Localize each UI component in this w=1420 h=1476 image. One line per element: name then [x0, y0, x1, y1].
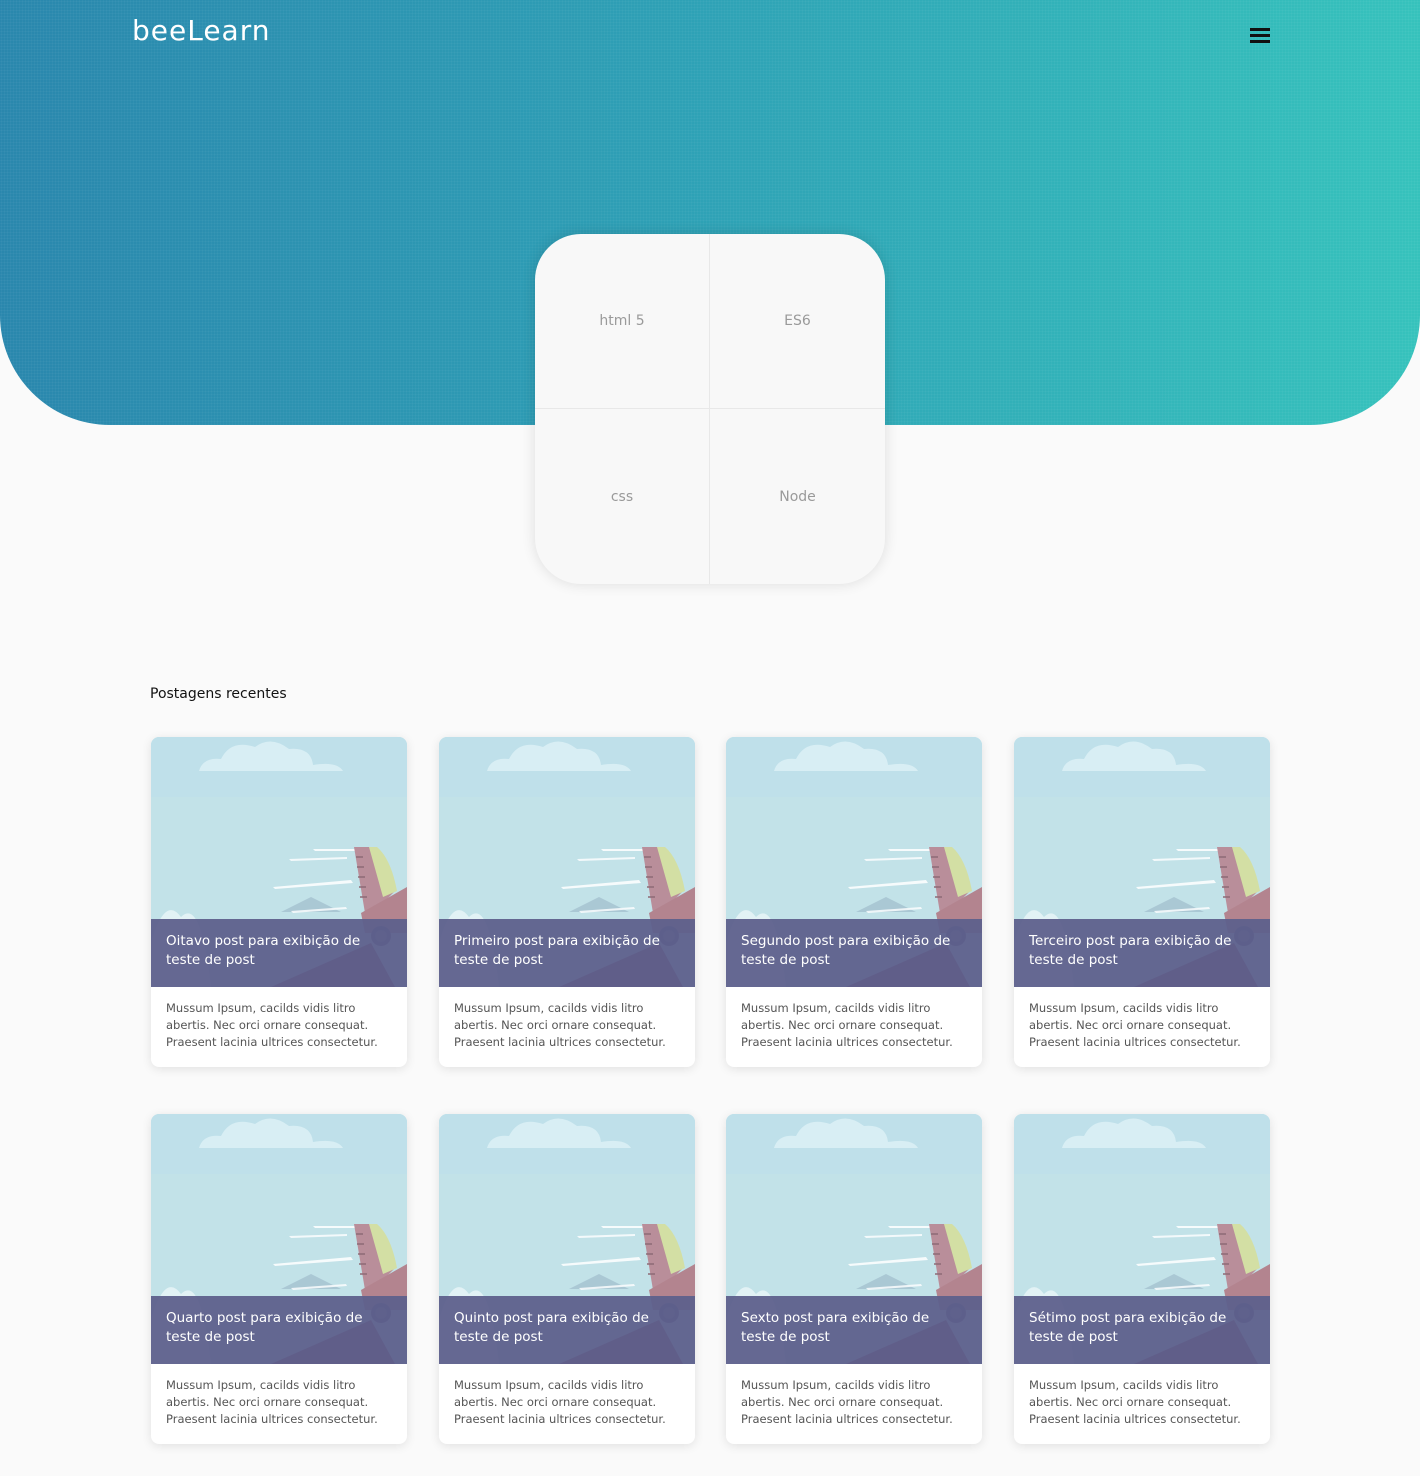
post-excerpt: Mussum Ipsum, cacilds vidis litro aberti… — [166, 1001, 378, 1049]
brand-logo[interactable]: beeLearn — [132, 14, 270, 47]
hamburger-menu-icon[interactable] — [1248, 26, 1272, 46]
post-card[interactable]: Oitavo post para exibição de teste de po… — [151, 737, 407, 1067]
post-excerpt: Mussum Ipsum, cacilds vidis litro aberti… — [166, 1378, 378, 1426]
post-card[interactable]: Primeiro post para exibição de teste de … — [439, 737, 695, 1067]
post-card[interactable]: Sétimo post para exibição de teste de po… — [1014, 1114, 1270, 1444]
menu-bar — [1250, 34, 1270, 37]
post-card[interactable]: Terceiro post para exibição de teste de … — [1014, 737, 1270, 1067]
post-title: Primeiro post para exibição de teste de … — [454, 933, 660, 968]
post-title: Segundo post para exibição de teste de p… — [741, 933, 951, 968]
post-title: Sexto post para exibição de teste de pos… — [741, 1310, 930, 1345]
topic-tiles: html 5 ES6 css Node — [535, 234, 885, 584]
post-excerpt: Mussum Ipsum, cacilds vidis litro aberti… — [454, 1001, 666, 1049]
post-excerpt: Mussum Ipsum, cacilds vidis litro aberti… — [1029, 1001, 1241, 1049]
tile-node[interactable]: Node — [710, 409, 885, 584]
post-excerpt: Mussum Ipsum, cacilds vidis litro aberti… — [741, 1378, 953, 1426]
post-title: Terceiro post para exibição de teste de … — [1029, 933, 1232, 968]
post-title: Oitavo post para exibição de teste de po… — [166, 933, 361, 968]
post-card[interactable]: Segundo post para exibição de teste de p… — [726, 737, 982, 1067]
post-card[interactable]: Quarto post para exibição de teste de po… — [151, 1114, 407, 1444]
menu-bar — [1250, 40, 1270, 43]
post-title: Quinto post para exibição de teste de po… — [454, 1310, 649, 1345]
tile-es6[interactable]: ES6 — [710, 234, 885, 409]
post-title: Sétimo post para exibição de teste de po… — [1029, 1310, 1227, 1345]
menu-bar — [1250, 28, 1270, 31]
post-excerpt: Mussum Ipsum, cacilds vidis litro aberti… — [741, 1001, 953, 1049]
tile-html5[interactable]: html 5 — [535, 234, 710, 409]
post-card[interactable]: Quinto post para exibição de teste de po… — [439, 1114, 695, 1444]
post-excerpt: Mussum Ipsum, cacilds vidis litro aberti… — [1029, 1378, 1241, 1426]
post-title: Quarto post para exibição de teste de po… — [166, 1310, 363, 1345]
post-card[interactable]: Sexto post para exibição de teste de pos… — [726, 1114, 982, 1444]
post-excerpt: Mussum Ipsum, cacilds vidis litro aberti… — [454, 1378, 666, 1426]
section-title: Postagens recentes — [150, 686, 287, 702]
tile-css[interactable]: css — [535, 409, 710, 584]
